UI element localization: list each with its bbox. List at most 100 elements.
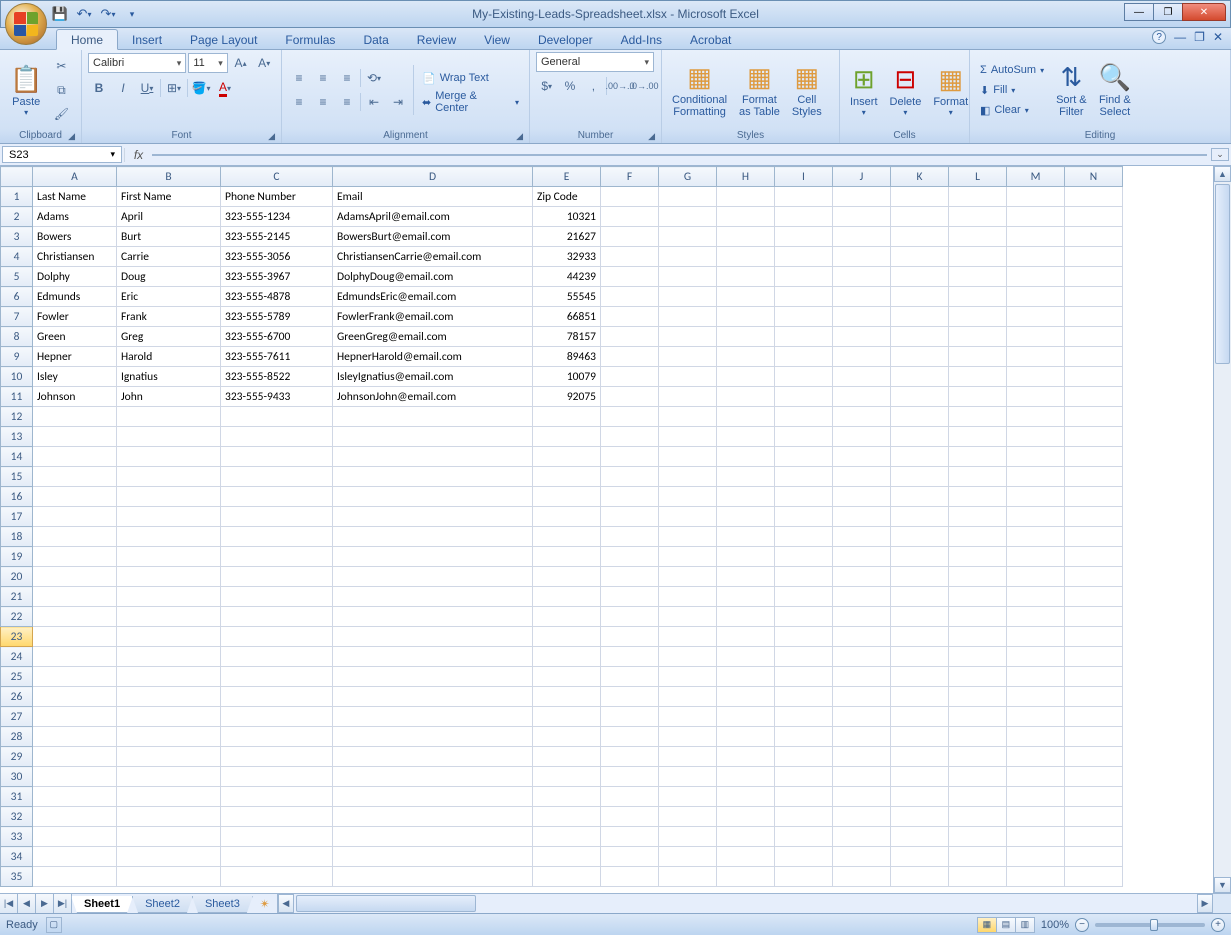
cell-H10[interactable] xyxy=(717,367,775,387)
autosum-button[interactable]: ΣAutoSum▾ xyxy=(976,61,1048,79)
sheet-nav-next[interactable]: ▶ xyxy=(36,894,54,913)
cell-M30[interactable] xyxy=(1007,767,1065,787)
row-header-21[interactable]: 21 xyxy=(1,587,33,607)
tab-page-layout[interactable]: Page Layout xyxy=(176,30,271,49)
cell-K1[interactable] xyxy=(891,187,949,207)
cell-J23[interactable] xyxy=(833,627,891,647)
row-header-31[interactable]: 31 xyxy=(1,787,33,807)
row-header-22[interactable]: 22 xyxy=(1,607,33,627)
cell-K17[interactable] xyxy=(891,507,949,527)
cell-E15[interactable] xyxy=(533,467,601,487)
cell-E9[interactable]: 89463 xyxy=(533,347,601,367)
font-launcher[interactable]: ◢ xyxy=(268,131,275,142)
cell-D26[interactable] xyxy=(333,687,533,707)
bold-button[interactable]: B xyxy=(88,77,110,99)
fill-color-button[interactable]: 🪣▾ xyxy=(190,77,212,99)
cell-A23[interactable] xyxy=(33,627,117,647)
cell-L12[interactable] xyxy=(949,407,1007,427)
grow-font-button[interactable]: A▴ xyxy=(230,52,252,74)
vscroll-thumb[interactable] xyxy=(1215,184,1230,364)
tab-formulas[interactable]: Formulas xyxy=(271,30,349,49)
cell-I30[interactable] xyxy=(775,767,833,787)
cell-K9[interactable] xyxy=(891,347,949,367)
row-header-16[interactable]: 16 xyxy=(1,487,33,507)
cell-D12[interactable] xyxy=(333,407,533,427)
shrink-font-button[interactable]: A▾ xyxy=(253,52,275,74)
cell-N23[interactable] xyxy=(1065,627,1123,647)
cell-A22[interactable] xyxy=(33,607,117,627)
cell-C5[interactable]: 323-555-3967 xyxy=(221,267,333,287)
row-header-15[interactable]: 15 xyxy=(1,467,33,487)
cell-H1[interactable] xyxy=(717,187,775,207)
view-page-layout-button[interactable]: ▤ xyxy=(996,917,1016,933)
merge-center-button[interactable]: ⬌Merge & Center▾ xyxy=(418,91,523,113)
cell-J25[interactable] xyxy=(833,667,891,687)
cell-F12[interactable] xyxy=(601,407,659,427)
cell-D10[interactable]: IsleyIgnatius@email.com xyxy=(333,367,533,387)
cell-I11[interactable] xyxy=(775,387,833,407)
cell-H11[interactable] xyxy=(717,387,775,407)
cell-G17[interactable] xyxy=(659,507,717,527)
cell-H17[interactable] xyxy=(717,507,775,527)
cell-N11[interactable] xyxy=(1065,387,1123,407)
row-header-4[interactable]: 4 xyxy=(1,247,33,267)
cell-B9[interactable]: Harold xyxy=(117,347,221,367)
cell-E22[interactable] xyxy=(533,607,601,627)
sheet-tab-sheet3[interactable]: Sheet3 xyxy=(192,896,253,913)
cell-K31[interactable] xyxy=(891,787,949,807)
cell-K29[interactable] xyxy=(891,747,949,767)
cell-N22[interactable] xyxy=(1065,607,1123,627)
cell-A3[interactable]: Bowers xyxy=(33,227,117,247)
cell-B33[interactable] xyxy=(117,827,221,847)
cell-I31[interactable] xyxy=(775,787,833,807)
cell-F14[interactable] xyxy=(601,447,659,467)
cell-D15[interactable] xyxy=(333,467,533,487)
name-box-dropdown[interactable]: ▾ xyxy=(110,149,115,160)
cell-I3[interactable] xyxy=(775,227,833,247)
cell-F6[interactable] xyxy=(601,287,659,307)
cell-D8[interactable]: GreenGreg@email.com xyxy=(333,327,533,347)
row-header-8[interactable]: 8 xyxy=(1,327,33,347)
redo-button[interactable]: ↷▾ xyxy=(97,3,119,25)
cell-M20[interactable] xyxy=(1007,567,1065,587)
cell-D6[interactable]: EdmundsEric@email.com xyxy=(333,287,533,307)
cell-F13[interactable] xyxy=(601,427,659,447)
cell-C6[interactable]: 323-555-4878 xyxy=(221,287,333,307)
cell-G8[interactable] xyxy=(659,327,717,347)
cell-N30[interactable] xyxy=(1065,767,1123,787)
cell-D33[interactable] xyxy=(333,827,533,847)
cell-C29[interactable] xyxy=(221,747,333,767)
view-page-break-button[interactable]: ▥ xyxy=(1015,917,1035,933)
cell-D30[interactable] xyxy=(333,767,533,787)
cell-A5[interactable]: Dolphy xyxy=(33,267,117,287)
cell-N6[interactable] xyxy=(1065,287,1123,307)
cell-I17[interactable] xyxy=(775,507,833,527)
wrap-text-button[interactable]: 📄Wrap Text xyxy=(418,67,523,89)
cell-J24[interactable] xyxy=(833,647,891,667)
cell-E11[interactable]: 92075 xyxy=(533,387,601,407)
cell-N25[interactable] xyxy=(1065,667,1123,687)
row-header-14[interactable]: 14 xyxy=(1,447,33,467)
cell-C15[interactable] xyxy=(221,467,333,487)
cell-F2[interactable] xyxy=(601,207,659,227)
cell-B30[interactable] xyxy=(117,767,221,787)
cell-I24[interactable] xyxy=(775,647,833,667)
cell-B11[interactable]: John xyxy=(117,387,221,407)
cell-N31[interactable] xyxy=(1065,787,1123,807)
cell-C17[interactable] xyxy=(221,507,333,527)
cell-M26[interactable] xyxy=(1007,687,1065,707)
cell-C35[interactable] xyxy=(221,867,333,887)
cell-A28[interactable] xyxy=(33,727,117,747)
cell-C10[interactable]: 323-555-8522 xyxy=(221,367,333,387)
cell-L21[interactable] xyxy=(949,587,1007,607)
cell-I21[interactable] xyxy=(775,587,833,607)
cell-K24[interactable] xyxy=(891,647,949,667)
cell-M10[interactable] xyxy=(1007,367,1065,387)
cell-M21[interactable] xyxy=(1007,587,1065,607)
cell-K26[interactable] xyxy=(891,687,949,707)
name-box[interactable]: S23▾ xyxy=(2,146,122,163)
cell-D34[interactable] xyxy=(333,847,533,867)
cell-A12[interactable] xyxy=(33,407,117,427)
cell-J21[interactable] xyxy=(833,587,891,607)
cell-B13[interactable] xyxy=(117,427,221,447)
